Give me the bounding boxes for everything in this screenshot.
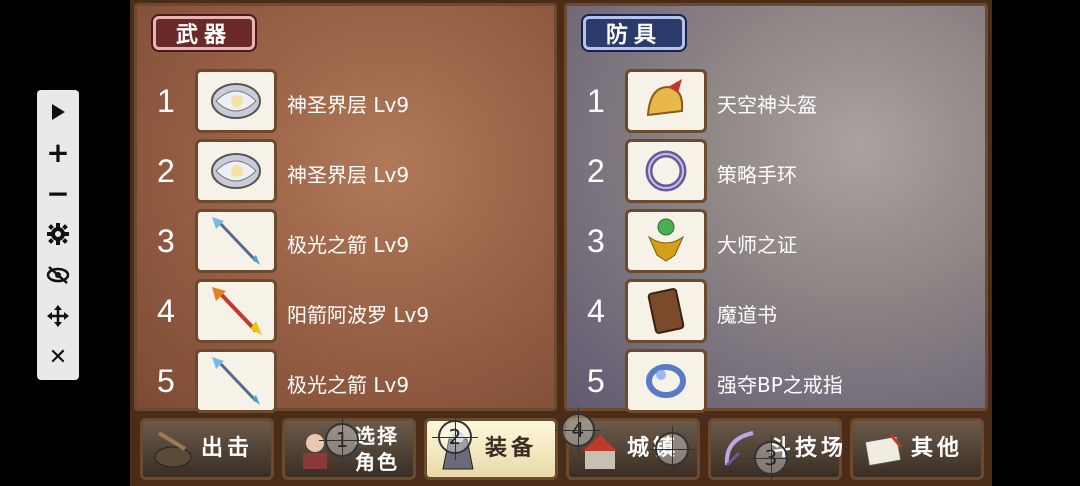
weapon-row[interactable]: 5 极光之箭 Lv9 bbox=[137, 349, 554, 415]
eye-off-icon[interactable] bbox=[37, 255, 79, 295]
item-name: 大师之证 bbox=[717, 233, 797, 257]
select-line-2: 角色 bbox=[355, 450, 399, 474]
sortie-label: 出击 bbox=[201, 436, 254, 461]
item-name: 强夺BP之戒指 bbox=[717, 373, 843, 397]
helmet-icon bbox=[625, 69, 707, 133]
slot-number: 5 bbox=[157, 363, 175, 399]
weapon-row[interactable]: 4 阳箭阿波罗 Lv9 bbox=[137, 279, 554, 345]
armor-row[interactable]: 5 强夺BP之戒指 bbox=[567, 349, 985, 415]
weapons-tab[interactable]: 武器 bbox=[153, 16, 256, 50]
weapon-row[interactable]: 2 神圣界层 Lv9 bbox=[137, 139, 554, 205]
item-name: 天空神头盔 bbox=[717, 93, 817, 117]
touch-marker bbox=[649, 426, 695, 472]
slot-number: 4 bbox=[587, 293, 605, 329]
fire-arrow-icon bbox=[195, 279, 277, 343]
gear-icon[interactable] bbox=[37, 214, 79, 254]
equip-label: 装备 bbox=[485, 436, 538, 461]
slot-number: 2 bbox=[157, 153, 175, 189]
touch-marker: 4 bbox=[555, 407, 601, 453]
slot-number: 3 bbox=[157, 223, 175, 259]
bracelet-icon bbox=[625, 139, 707, 203]
close-icon[interactable]: ✕ bbox=[37, 337, 79, 377]
floating-toolbar: + − ✕ bbox=[37, 90, 79, 380]
slot-number: 5 bbox=[587, 363, 605, 399]
armor-row[interactable]: 1 天空神头盔 bbox=[567, 69, 985, 135]
arrow-icon bbox=[195, 209, 277, 273]
scroll-icon bbox=[861, 429, 907, 471]
item-name: 极光之箭 Lv9 bbox=[287, 233, 410, 257]
armor-tab[interactable]: 防具 bbox=[583, 16, 686, 50]
armor-row[interactable]: 4 魔道书 bbox=[567, 279, 985, 345]
item-name: 神圣界层 Lv9 bbox=[287, 163, 410, 187]
item-name: 极光之箭 Lv9 bbox=[287, 373, 410, 397]
touch-marker: 1 bbox=[319, 417, 365, 463]
arrow-icon bbox=[195, 349, 277, 413]
other-button[interactable]: 其他 bbox=[850, 418, 984, 480]
play-icon[interactable] bbox=[37, 92, 79, 132]
move-icon[interactable] bbox=[37, 296, 79, 336]
armor-panel: 防具 1 天空神头盔 2 策略手环 3 大师之证 4 魔道书 5 强夺BP之戒指 bbox=[564, 3, 988, 413]
shell-icon bbox=[195, 139, 277, 203]
weapon-row[interactable]: 3 极光之箭 Lv9 bbox=[137, 209, 554, 275]
slot-number: 3 bbox=[587, 223, 605, 259]
slot-number: 4 bbox=[157, 293, 175, 329]
shell-icon bbox=[195, 69, 277, 133]
weapons-panel: 武器 1 神圣界层 Lv9 2 神圣界层 Lv9 3 极光之箭 Lv9 4 阳箭… bbox=[134, 3, 557, 413]
slot-number: 1 bbox=[157, 83, 175, 119]
sortie-button[interactable]: 出击 bbox=[140, 418, 274, 480]
item-name: 魔道书 bbox=[717, 303, 777, 327]
touch-marker: 3 bbox=[748, 435, 794, 481]
armor-row[interactable]: 3 大师之证 bbox=[567, 209, 985, 275]
item-name: 神圣界层 Lv9 bbox=[287, 93, 410, 117]
book-icon bbox=[625, 279, 707, 343]
ring-icon bbox=[625, 349, 707, 413]
minus-icon[interactable]: − bbox=[37, 173, 79, 213]
badge-icon bbox=[625, 209, 707, 273]
weapon-row[interactable]: 1 神圣界层 Lv9 bbox=[137, 69, 554, 135]
slot-number: 1 bbox=[587, 83, 605, 119]
item-name: 阳箭阿波罗 Lv9 bbox=[287, 303, 430, 327]
plus-icon[interactable]: + bbox=[37, 132, 79, 172]
slot-number: 2 bbox=[587, 153, 605, 189]
pot-icon bbox=[151, 429, 197, 471]
other-label: 其他 bbox=[911, 436, 964, 461]
item-name: 策略手环 bbox=[717, 163, 797, 187]
armor-row[interactable]: 2 策略手环 bbox=[567, 139, 985, 205]
touch-marker: 2 bbox=[432, 414, 478, 460]
